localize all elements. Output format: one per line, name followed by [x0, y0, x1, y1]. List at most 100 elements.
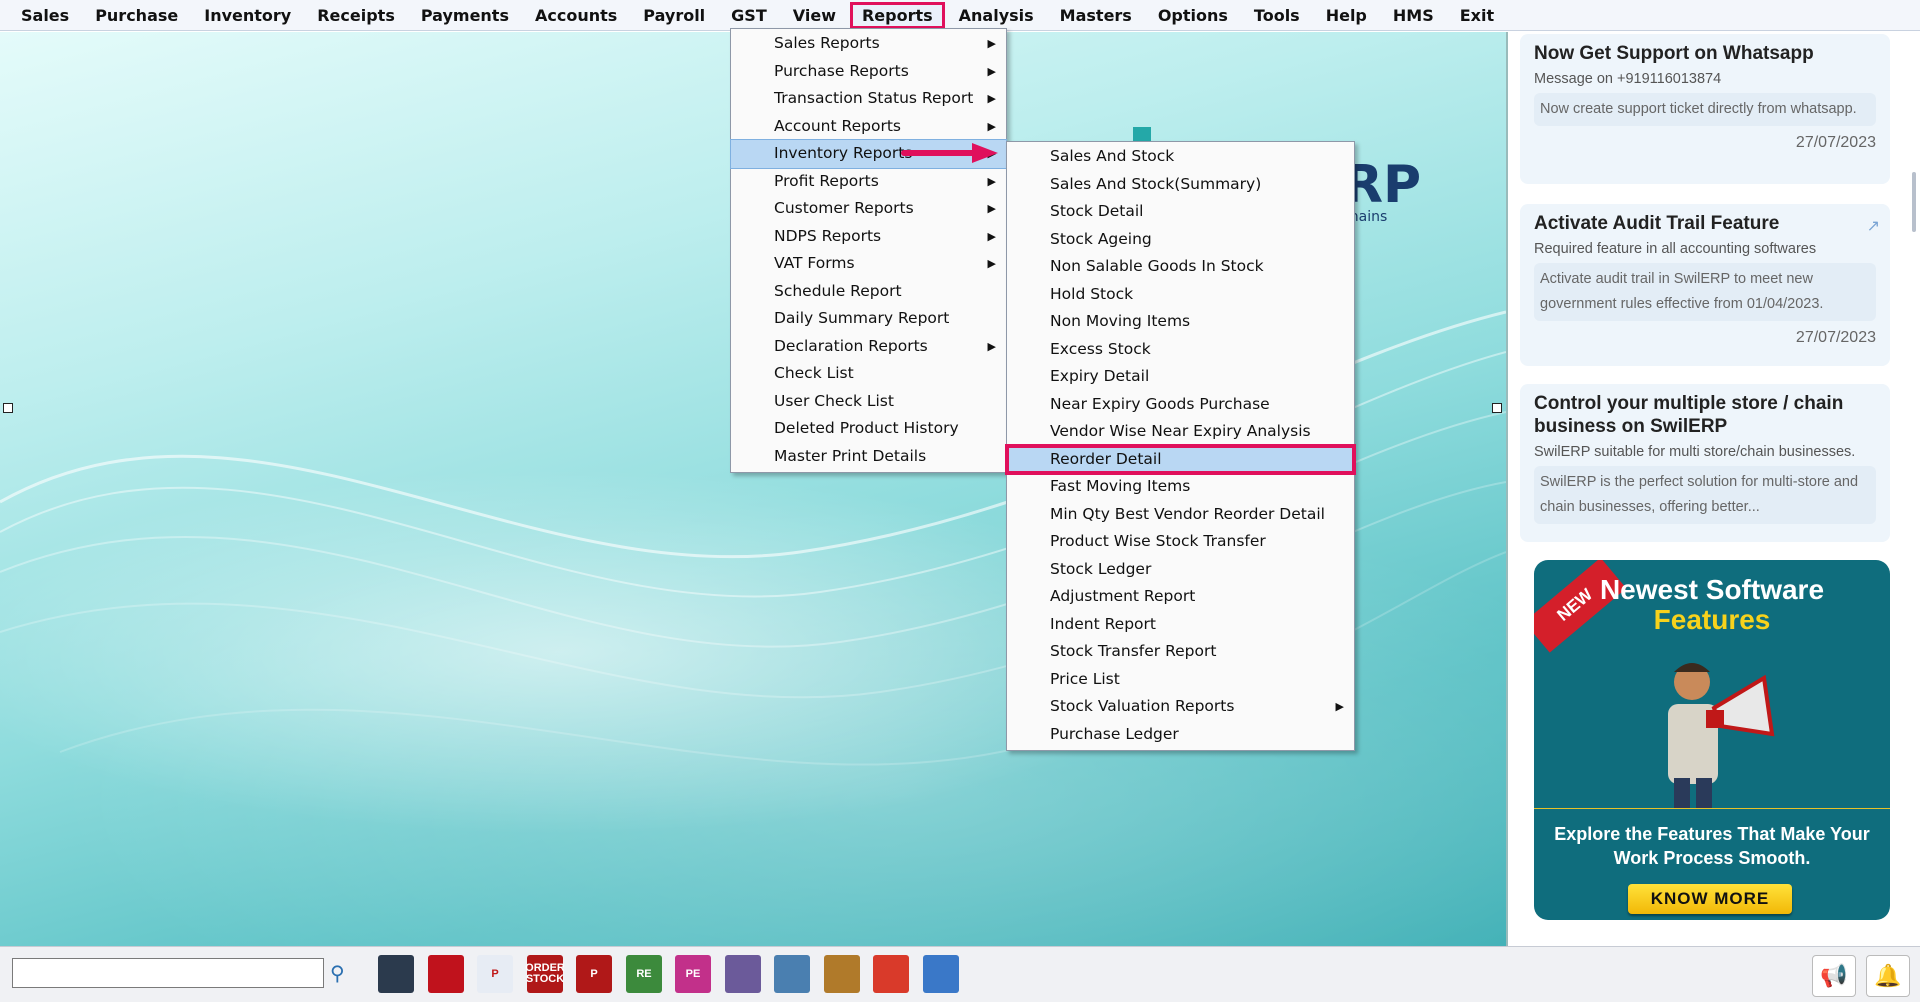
menu-purchase[interactable]: Purchase: [83, 2, 190, 29]
menu-item-label: VAT Forms: [774, 254, 855, 272]
shapes-icon[interactable]: [873, 955, 909, 993]
menu-sales[interactable]: Sales: [9, 2, 81, 29]
submenu-item-expiry-detail[interactable]: Expiry Detail: [1007, 363, 1354, 391]
menu-gst[interactable]: GST: [719, 2, 779, 29]
submenu-item-fast-moving-items[interactable]: Fast Moving Items: [1007, 473, 1354, 501]
submenu-item-stock-valuation-reports[interactable]: Stock Valuation Reports ▶: [1007, 693, 1354, 721]
menu-item-label: Stock Ledger: [1050, 559, 1152, 578]
bottom-toolbar: ⚲ 📢 🔔 P ORDER STOCK P RE PE: [0, 946, 1920, 1002]
menu-item-label: Customer Reports: [774, 199, 914, 217]
submenu-arrow-icon: ▶: [987, 339, 996, 353]
menu-payroll[interactable]: Payroll: [631, 2, 717, 29]
menu-item-label: Schedule Report: [774, 281, 902, 300]
submenu-item-vendor-wise-near-expiry-analysis[interactable]: Vendor Wise Near Expiry Analysis: [1007, 418, 1354, 446]
red-book-icon[interactable]: [428, 955, 464, 993]
re-clipboard-icon[interactable]: RE: [626, 955, 662, 993]
menu-item-label: Stock Ageing: [1050, 229, 1152, 248]
panel-scrollbar[interactable]: [1912, 172, 1916, 232]
menu-hms[interactable]: HMS: [1381, 2, 1446, 29]
submenu-item-stock-transfer-report[interactable]: Stock Transfer Report: [1007, 638, 1354, 666]
resize-handle-right[interactable]: [1492, 403, 1502, 413]
menu-item-vat-forms[interactable]: VAT Forms ▶: [731, 250, 1006, 278]
submenu-item-adjustment-report[interactable]: Adjustment Report: [1007, 583, 1354, 611]
submenu-item-min-qty-best-vendor-reorder-detail[interactable]: Min Qty Best Vendor Reorder Detail: [1007, 501, 1354, 529]
book-icon[interactable]: [378, 955, 414, 993]
menu-item-transaction-status-report[interactable]: Transaction Status Report ▶: [731, 85, 1006, 113]
menu-item-label: Check List: [774, 364, 854, 382]
menu-analysis[interactable]: Analysis: [947, 2, 1046, 29]
submenu-arrow-icon: ▶: [987, 119, 996, 133]
submenu-item-product-wise-stock-transfer[interactable]: Product Wise Stock Transfer: [1007, 528, 1354, 556]
submenu-item-non-salable-goods-in-stock[interactable]: Non Salable Goods In Stock: [1007, 253, 1354, 281]
menu-item-label: Account Reports: [774, 116, 901, 135]
menu-options[interactable]: Options: [1146, 2, 1240, 29]
pe-clipboard-icon[interactable]: PE: [675, 955, 711, 993]
submenu-item-indent-report[interactable]: Indent Report: [1007, 611, 1354, 639]
search-input[interactable]: [12, 958, 324, 988]
news-card-audit-trail[interactable]: ↗ Activate Audit Trail Feature Required …: [1520, 204, 1890, 366]
menu-item-purchase-reports[interactable]: Purchase Reports ▶: [731, 58, 1006, 86]
menu-item-label: Daily Summary Report: [774, 309, 950, 327]
submenu-item-excess-stock[interactable]: Excess Stock: [1007, 336, 1354, 364]
submenu-item-stock-ledger[interactable]: Stock Ledger: [1007, 556, 1354, 584]
menu-reports[interactable]: Reports: [849, 1, 945, 29]
card-subtitle: Required feature in all accounting softw…: [1534, 241, 1817, 257]
bell-icon[interactable]: 🔔: [1866, 955, 1910, 997]
menu-help[interactable]: Help: [1314, 2, 1379, 29]
menu-item-label: Profit Reports: [774, 171, 879, 190]
menu-accounts[interactable]: Accounts: [523, 2, 629, 29]
menu-item-schedule-report[interactable]: Schedule Report: [731, 278, 1006, 306]
money-bag-icon[interactable]: [824, 955, 860, 993]
submenu-item-purchase-ledger[interactable]: Purchase Ledger: [1007, 721, 1354, 749]
menu-receipts[interactable]: Receipts: [305, 2, 407, 29]
menu-tools[interactable]: Tools: [1242, 2, 1312, 29]
menu-exit[interactable]: Exit: [1448, 2, 1506, 29]
promo-banner[interactable]: NEW Newest Software Features Explore the…: [1534, 560, 1890, 920]
menu-item-ndps-reports[interactable]: NDPS Reports ▶: [731, 223, 1006, 251]
submenu-item-sales-and-stock-summary[interactable]: Sales And Stock(Summary): [1007, 171, 1354, 199]
p-document-icon[interactable]: P: [576, 955, 612, 993]
transfer-icon[interactable]: [774, 955, 810, 993]
submenu-arrow-icon: ▶: [1335, 700, 1344, 713]
printer-p-icon[interactable]: P: [477, 955, 513, 993]
menu-item-master-print-details[interactable]: Master Print Details: [731, 443, 1006, 471]
submenu-item-price-list[interactable]: Price List: [1007, 666, 1354, 694]
submenu-arrow-icon: ▶: [987, 174, 996, 188]
menu-item-label: Sales Reports: [774, 34, 880, 52]
card-date: 27/07/2023: [1795, 329, 1876, 346]
news-card-multi-store[interactable]: Control your multiple store / chain busi…: [1520, 384, 1890, 542]
submenu-item-reorder-detail[interactable]: Reorder Detail: [1005, 443, 1356, 475]
menu-inventory[interactable]: Inventory: [192, 2, 303, 29]
card-body: Activate audit trail in SwilERP to meet …: [1534, 263, 1876, 321]
scanner-icon[interactable]: [923, 955, 959, 993]
submenu-item-stock-ageing[interactable]: Stock Ageing: [1007, 226, 1354, 254]
submenu-item-near-expiry-goods-purchase[interactable]: Near Expiry Goods Purchase: [1007, 391, 1354, 419]
menu-item-account-reports[interactable]: Account Reports ▶: [731, 113, 1006, 141]
submenu-item-hold-stock[interactable]: Hold Stock: [1007, 281, 1354, 309]
submenu-item-sales-and-stock[interactable]: Sales And Stock: [1007, 143, 1354, 171]
menu-view[interactable]: View: [781, 2, 848, 29]
menu-item-user-check-list[interactable]: User Check List: [731, 388, 1006, 416]
search-icon[interactable]: ⚲: [330, 961, 345, 985]
menu-item-customer-reports[interactable]: Customer Reports ▶: [731, 195, 1006, 223]
tools-icon[interactable]: [725, 955, 761, 993]
menu-item-profit-reports[interactable]: Profit Reports ▶: [731, 168, 1006, 196]
know-more-button[interactable]: KNOW MORE: [1628, 884, 1792, 914]
order-stock-icon[interactable]: ORDER STOCK: [525, 955, 565, 993]
menu-item-daily-summary-report[interactable]: Daily Summary Report: [731, 305, 1006, 333]
menu-masters[interactable]: Masters: [1048, 2, 1144, 29]
menu-item-check-list[interactable]: Check List: [731, 360, 1006, 388]
megaphone-icon[interactable]: 📢: [1812, 955, 1856, 997]
menu-item-sales-reports[interactable]: Sales Reports ▶: [731, 30, 1006, 58]
news-card-whatsapp[interactable]: Now Get Support on Whatsapp Message on +…: [1520, 34, 1890, 184]
menu-item-label: Stock Detail: [1050, 202, 1144, 220]
menu-payments[interactable]: Payments: [409, 2, 521, 29]
menu-item-deleted-product-history[interactable]: Deleted Product History: [731, 415, 1006, 443]
resize-handle-left[interactable]: [3, 403, 13, 413]
news-panel: Now Get Support on Whatsapp Message on +…: [1508, 32, 1920, 946]
external-link-icon[interactable]: ↗: [1867, 216, 1880, 235]
submenu-item-stock-detail[interactable]: Stock Detail: [1007, 198, 1354, 226]
menu-item-declaration-reports[interactable]: Declaration Reports ▶: [731, 333, 1006, 361]
promo-title-highlight: Features: [1653, 604, 1771, 635]
submenu-item-non-moving-items[interactable]: Non Moving Items: [1007, 308, 1354, 336]
